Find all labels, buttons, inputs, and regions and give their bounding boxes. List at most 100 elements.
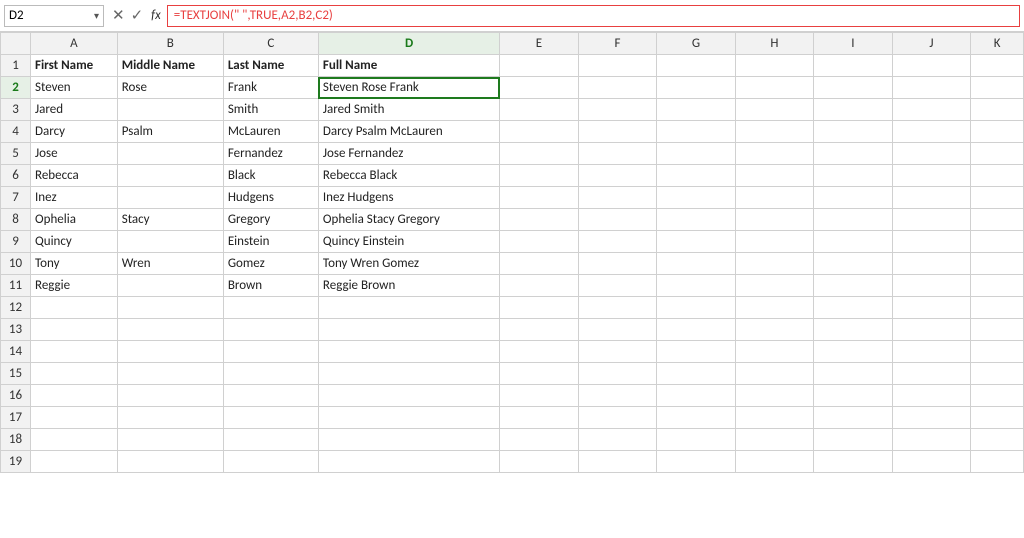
cell-K10[interactable]	[971, 253, 1024, 275]
cell-I16[interactable]	[814, 385, 892, 407]
cell-G17[interactable]	[657, 407, 736, 429]
cell-G11[interactable]	[657, 275, 736, 297]
cell-K15[interactable]	[971, 363, 1024, 385]
cell-A13[interactable]	[31, 319, 118, 341]
cell-E17[interactable]	[500, 407, 578, 429]
cell-B18[interactable]	[117, 429, 223, 451]
cell-E9[interactable]	[500, 231, 578, 253]
cell-D18[interactable]	[318, 429, 499, 451]
cell-J9[interactable]	[892, 231, 970, 253]
cell-I2[interactable]	[814, 77, 892, 99]
cell-J13[interactable]	[892, 319, 970, 341]
cell-K8[interactable]	[971, 209, 1024, 231]
cell-A1[interactable]: First Name	[31, 55, 118, 77]
cell-E14[interactable]	[500, 341, 578, 363]
cell-C19[interactable]	[223, 451, 318, 473]
row-header-18[interactable]: 18	[1, 429, 31, 451]
cell-H9[interactable]	[735, 231, 814, 253]
cell-C1[interactable]: Last Name	[223, 55, 318, 77]
cell-H12[interactable]	[735, 297, 814, 319]
cell-A15[interactable]	[31, 363, 118, 385]
cell-C6[interactable]: Black	[223, 165, 318, 187]
row-header-17[interactable]: 17	[1, 407, 31, 429]
cell-K2[interactable]	[971, 77, 1024, 99]
cell-F2[interactable]	[578, 77, 656, 99]
cell-E4[interactable]	[500, 121, 578, 143]
cell-K13[interactable]	[971, 319, 1024, 341]
cell-C9[interactable]: Einstein	[223, 231, 318, 253]
cell-D10[interactable]: Tony Wren Gomez	[318, 253, 499, 275]
cell-J1[interactable]	[892, 55, 970, 77]
cell-B1[interactable]: Middle Name	[117, 55, 223, 77]
cell-I10[interactable]	[814, 253, 892, 275]
cell-B4[interactable]: Psalm	[117, 121, 223, 143]
cell-G12[interactable]	[657, 297, 736, 319]
cell-A18[interactable]	[31, 429, 118, 451]
cell-J5[interactable]	[892, 143, 970, 165]
cell-J15[interactable]	[892, 363, 970, 385]
cell-H14[interactable]	[735, 341, 814, 363]
cell-B5[interactable]	[117, 143, 223, 165]
cell-I4[interactable]	[814, 121, 892, 143]
cell-E12[interactable]	[500, 297, 578, 319]
cell-D19[interactable]	[318, 451, 499, 473]
cell-F3[interactable]	[578, 99, 656, 121]
cell-E7[interactable]	[500, 187, 578, 209]
cell-reference-box[interactable]: D2 ▾	[4, 5, 104, 27]
cell-H1[interactable]	[735, 55, 814, 77]
cell-D2[interactable]: Steven Rose Frank	[318, 77, 499, 99]
cell-F13[interactable]	[578, 319, 656, 341]
cell-I7[interactable]	[814, 187, 892, 209]
cell-J19[interactable]	[892, 451, 970, 473]
cell-B16[interactable]	[117, 385, 223, 407]
cell-E1[interactable]	[500, 55, 578, 77]
cell-J2[interactable]	[892, 77, 970, 99]
cell-E16[interactable]	[500, 385, 578, 407]
cell-G16[interactable]	[657, 385, 736, 407]
row-header-5[interactable]: 5	[1, 143, 31, 165]
cell-D16[interactable]	[318, 385, 499, 407]
cell-K16[interactable]	[971, 385, 1024, 407]
cell-E18[interactable]	[500, 429, 578, 451]
col-header-I[interactable]: I	[814, 33, 892, 55]
cell-B3[interactable]	[117, 99, 223, 121]
cell-I19[interactable]	[814, 451, 892, 473]
cell-B15[interactable]	[117, 363, 223, 385]
cell-C18[interactable]	[223, 429, 318, 451]
cell-H16[interactable]	[735, 385, 814, 407]
cell-J17[interactable]	[892, 407, 970, 429]
cell-H19[interactable]	[735, 451, 814, 473]
cell-J16[interactable]	[892, 385, 970, 407]
cancel-formula-icon[interactable]: ✕	[110, 6, 127, 25]
cell-A5[interactable]: Jose	[31, 143, 118, 165]
cell-J14[interactable]	[892, 341, 970, 363]
col-header-F[interactable]: F	[578, 33, 656, 55]
cell-K5[interactable]	[971, 143, 1024, 165]
cell-I14[interactable]	[814, 341, 892, 363]
cell-F12[interactable]	[578, 297, 656, 319]
cell-K12[interactable]	[971, 297, 1024, 319]
cell-F1[interactable]	[578, 55, 656, 77]
cell-G18[interactable]	[657, 429, 736, 451]
cell-K1[interactable]	[971, 55, 1024, 77]
cell-H3[interactable]	[735, 99, 814, 121]
cell-G2[interactable]	[657, 77, 736, 99]
cell-C14[interactable]	[223, 341, 318, 363]
cell-K17[interactable]	[971, 407, 1024, 429]
cell-C17[interactable]	[223, 407, 318, 429]
cell-B10[interactable]: Wren	[117, 253, 223, 275]
cell-E5[interactable]	[500, 143, 578, 165]
cell-I1[interactable]	[814, 55, 892, 77]
cell-I3[interactable]	[814, 99, 892, 121]
cell-F10[interactable]	[578, 253, 656, 275]
cell-I5[interactable]	[814, 143, 892, 165]
cell-K18[interactable]	[971, 429, 1024, 451]
cell-H10[interactable]	[735, 253, 814, 275]
col-header-H[interactable]: H	[735, 33, 814, 55]
cell-F16[interactable]	[578, 385, 656, 407]
cell-A9[interactable]: Quincy	[31, 231, 118, 253]
row-header-11[interactable]: 11	[1, 275, 31, 297]
cell-J10[interactable]	[892, 253, 970, 275]
cell-C12[interactable]	[223, 297, 318, 319]
cell-G13[interactable]	[657, 319, 736, 341]
